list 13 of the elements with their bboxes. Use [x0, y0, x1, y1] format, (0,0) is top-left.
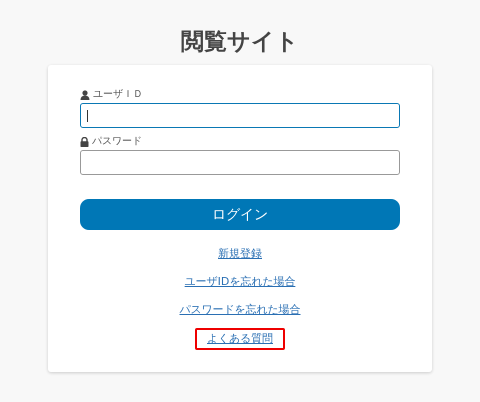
link[interactable]: よくある質問 — [195, 328, 285, 350]
link[interactable]: ユーザIDを忘れた場合 — [180, 272, 300, 292]
field-label: パスワード — [92, 136, 142, 148]
link[interactable]: パスワードを忘れた場合 — [176, 300, 304, 320]
input-field[interactable] — [80, 150, 400, 175]
field-label: ユーザＩＤ — [93, 89, 143, 101]
login-button[interactable]: ログイン — [80, 199, 400, 230]
text-cursor — [87, 110, 88, 122]
input-field[interactable] — [80, 103, 400, 128]
site-title: 閲覧サイト — [181, 28, 299, 57]
link[interactable]: 新規登録 — [214, 244, 266, 264]
person-icon — [80, 90, 90, 100]
lock-icon — [80, 137, 89, 147]
